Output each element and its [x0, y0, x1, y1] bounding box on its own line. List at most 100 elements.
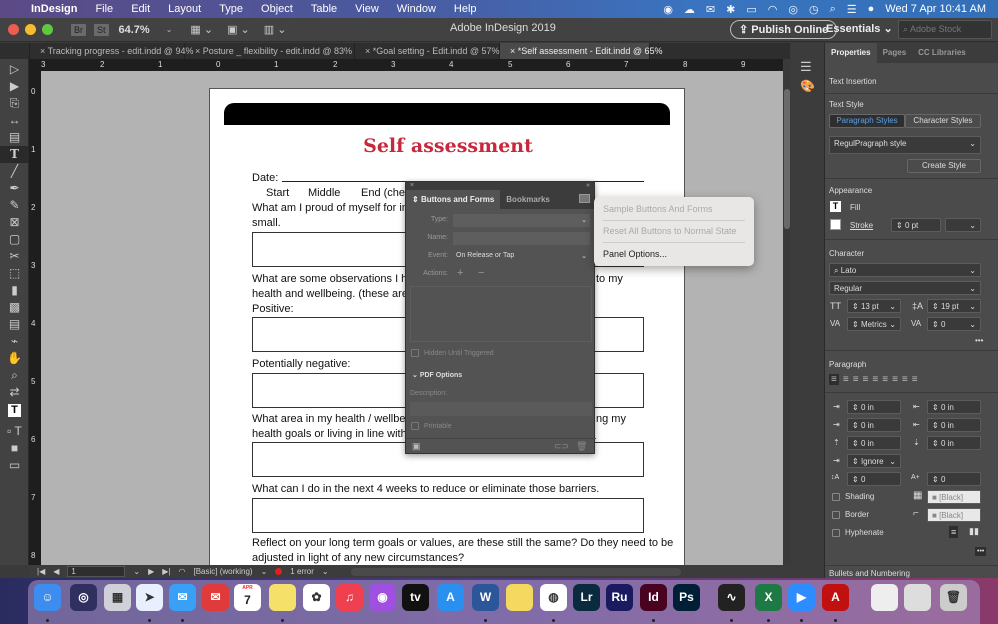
- create-style-button[interactable]: Create Style: [907, 159, 981, 173]
- checkbox[interactable]: [832, 492, 840, 501]
- tab-posture-flexibility[interactable]: × Posture _ flexibility - edit.indd @ 83…: [185, 43, 355, 59]
- minimize-window-button[interactable]: [25, 24, 36, 35]
- shading-checkbox[interactable]: Shading: [832, 492, 874, 501]
- menu-app-name[interactable]: InDesign: [22, 0, 86, 18]
- stepper-icon[interactable]: ⇕: [932, 475, 941, 484]
- page-number-field[interactable]: 1: [67, 566, 126, 577]
- left-indent-field[interactable]: ⇕ 0 in: [847, 400, 901, 414]
- align-left-icon[interactable]: ≡: [829, 374, 839, 385]
- stepper-icon[interactable]: ⇕: [852, 403, 861, 412]
- menu-file[interactable]: File: [86, 0, 122, 18]
- stroke-type-select[interactable]: ⌄: [945, 218, 981, 232]
- pen-tool-icon[interactable]: ✒: [0, 180, 29, 197]
- time-machine-icon[interactable]: ◷: [809, 3, 819, 16]
- space-after-field[interactable]: ⇕ 0 in: [927, 436, 981, 450]
- direct-selection-tool-icon[interactable]: ▶: [0, 78, 29, 95]
- menu-view[interactable]: View: [346, 0, 388, 18]
- menu-type[interactable]: Type: [210, 0, 252, 18]
- drop-cap-chars-field[interactable]: ⇕ 0: [927, 472, 981, 486]
- shading-color-select[interactable]: ■ [Black]: [927, 490, 981, 504]
- gradient-feather-tool-icon[interactable]: ▩: [0, 299, 29, 316]
- menu-item-reset-buttons[interactable]: Reset All Buttons to Normal State: [603, 226, 737, 236]
- fill-swatch-icon[interactable]: T: [830, 201, 841, 212]
- dock-tv-icon[interactable]: tv: [402, 584, 429, 611]
- last-line-indent-field[interactable]: ⇕ 0 in: [927, 418, 981, 432]
- stepper-icon[interactable]: ⇕: [932, 320, 941, 329]
- dock-notes-icon[interactable]: [269, 584, 296, 611]
- menu-window[interactable]: Window: [388, 0, 445, 18]
- menu-help[interactable]: Help: [445, 0, 486, 18]
- question-observations-cont[interactable]: health and wellbeing. (these are th: [252, 287, 420, 302]
- first-page-icon[interactable]: |◀: [37, 567, 45, 576]
- document-title[interactable]: Self assessment: [210, 135, 686, 157]
- stock-button[interactable]: St: [94, 23, 109, 36]
- bridge-button[interactable]: Br: [71, 23, 86, 36]
- question-observations-tail[interactable]: to my: [596, 272, 623, 287]
- stepper-icon[interactable]: ⇕: [852, 421, 861, 430]
- paragraph-styles-tab[interactable]: Paragraph Styles: [829, 114, 905, 128]
- dock-siri-icon[interactable]: ◎: [70, 584, 97, 611]
- dock-photos-icon[interactable]: ✿: [303, 584, 330, 611]
- zoom-level[interactable]: 64.7%: [119, 24, 150, 36]
- vertical-ruler[interactable]: 0 1 2 3 4 5 6 7 8: [29, 71, 41, 565]
- chevron-down-icon[interactable]: ⌄: [133, 567, 140, 576]
- span-columns-icon[interactable]: ≡: [949, 526, 959, 538]
- menu-table[interactable]: Table: [302, 0, 346, 18]
- tab-self-assessment[interactable]: × *Self assessment - Edit.indd @ 65%: [500, 43, 662, 59]
- vertical-scrollbar[interactable]: [783, 59, 791, 565]
- stepper-icon[interactable]: ⇕: [932, 302, 941, 311]
- question-reflect[interactable]: Reflect on your long term goals or value…: [252, 536, 673, 551]
- hidden-until-triggered-checkbox[interactable]: Hidden Until Triggered: [411, 349, 494, 357]
- adobe-stock-search-input[interactable]: ⌕ Adobe Stock: [898, 20, 992, 39]
- scrollbar-thumb[interactable]: [784, 89, 790, 229]
- question-area-cont[interactable]: health goals or living in line with m: [252, 427, 419, 442]
- zoom-tool-icon[interactable]: ⌕: [0, 367, 29, 384]
- close-tab-icon[interactable]: ×: [365, 46, 373, 56]
- fill-stroke-swatch-icon[interactable]: T: [0, 401, 29, 423]
- tab-cc-libraries[interactable]: CC Libraries: [912, 43, 972, 63]
- preflight-profile[interactable]: [Basic] (working): [193, 567, 252, 576]
- dock-zoom-icon[interactable]: ▶: [788, 584, 815, 611]
- creative-cloud-icon[interactable]: ☁: [684, 3, 695, 16]
- stage-middle[interactable]: Middle: [308, 186, 340, 201]
- dock-indesign-icon[interactable]: Id: [640, 584, 667, 611]
- question-area-tail[interactable]: ng my: [596, 412, 626, 427]
- dock-finder-icon[interactable]: ☺: [34, 584, 61, 611]
- justify-left-icon[interactable]: ≡: [863, 374, 869, 385]
- panel-menu-icon[interactable]: [579, 194, 590, 203]
- dock-document-icon[interactable]: [871, 584, 898, 611]
- pencil-tool-icon[interactable]: ✎: [0, 197, 29, 214]
- error-count[interactable]: 1 error: [290, 567, 314, 576]
- question-observations[interactable]: What are some observations I hav: [252, 272, 419, 287]
- stepper-icon[interactable]: ⇕: [852, 475, 861, 484]
- dock-trash-icon[interactable]: 🗑: [940, 584, 967, 611]
- page-tool-icon[interactable]: ⎘: [0, 95, 29, 112]
- stroke-label[interactable]: Stroke: [850, 221, 873, 230]
- gap-tool-icon[interactable]: ↔: [0, 112, 29, 129]
- dock-chrome-icon[interactable]: ◍: [540, 584, 567, 611]
- zoom-dropdown-chevron-icon[interactable]: ⌄: [166, 25, 173, 34]
- checkbox[interactable]: [411, 349, 419, 357]
- tab-properties[interactable]: Properties: [825, 43, 877, 63]
- preview-icon[interactable]: ▣: [412, 441, 421, 452]
- menu-object[interactable]: Object: [252, 0, 302, 18]
- scissors-tool-icon[interactable]: ✂: [0, 248, 29, 265]
- question-area[interactable]: What area in my health / wellbein: [252, 412, 414, 427]
- trash-icon[interactable]: 🗑: [576, 441, 587, 452]
- justify-all-icon[interactable]: ≡: [892, 374, 898, 385]
- split-columns-icon[interactable]: ▮▮: [969, 526, 979, 537]
- swap-fill-stroke-icon[interactable]: ⇄: [0, 384, 29, 401]
- horizontal-ruler[interactable]: 3 2 1 0 1 2 3 4 5 6 7 8 9: [29, 59, 790, 71]
- panel-header[interactable]: × «: [406, 182, 594, 190]
- border-checkbox[interactable]: Border: [832, 510, 869, 519]
- tab-buttons-and-forms[interactable]: ⇕ Buttons and Forms: [406, 190, 501, 209]
- dock-podcasts-icon[interactable]: ◉: [369, 584, 396, 611]
- dock-photoshop-icon[interactable]: Ps: [673, 584, 700, 611]
- selection-tool-icon[interactable]: ▷: [0, 61, 29, 78]
- stage-end[interactable]: End (chec: [361, 186, 411, 201]
- align-towards-spine-icon[interactable]: ≡: [902, 374, 908, 385]
- tab-tracking-progress[interactable]: × Tracking progress - edit.indd @ 94%: [30, 43, 193, 59]
- dock-mail-icon[interactable]: ✉: [169, 584, 196, 611]
- close-tab-icon[interactable]: ×: [195, 46, 203, 56]
- event-select[interactable]: On Release or Tap ⌄: [453, 250, 590, 263]
